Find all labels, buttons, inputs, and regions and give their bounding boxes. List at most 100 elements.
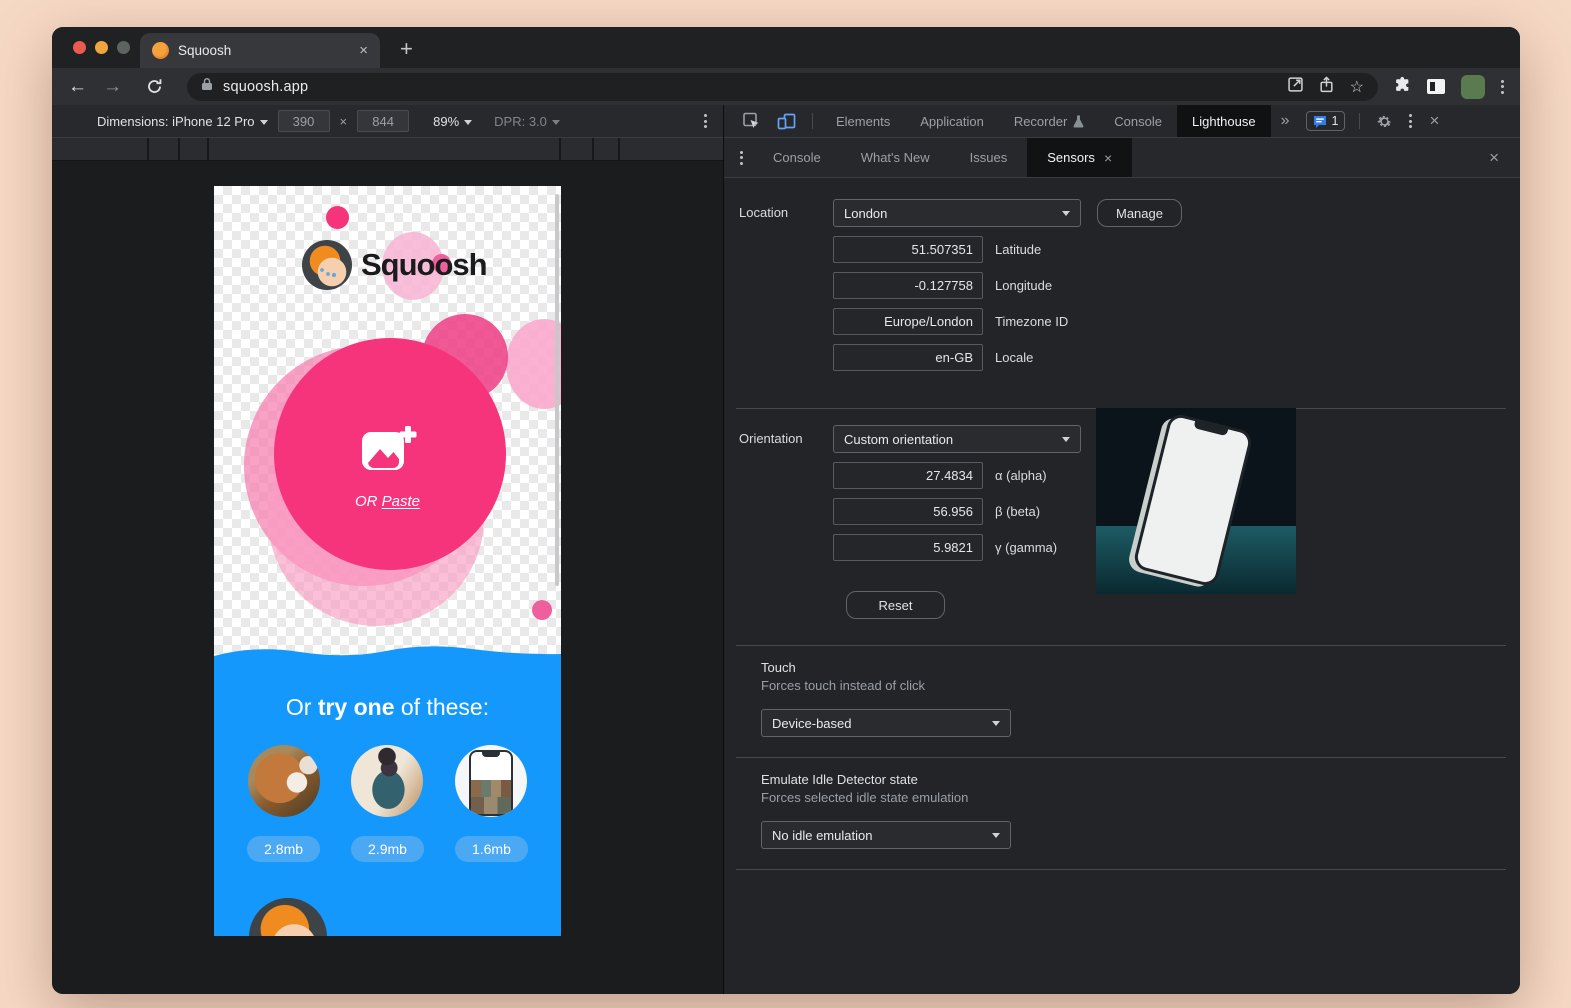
sensors-tab-close-icon[interactable]: ×: [1104, 150, 1112, 166]
drawer-tab-bar: Console What's New Issues Sensors × ×: [724, 138, 1520, 178]
device-emulation-pane: Dimensions: iPhone 12 Pro 390 × 844 89% …: [52, 105, 723, 994]
touch-title: Touch: [761, 660, 1520, 675]
location-label: Location: [739, 199, 833, 371]
tab-console[interactable]: Console: [1099, 105, 1177, 137]
minimize-window-button[interactable]: [95, 41, 108, 54]
app-scrollbar[interactable]: [555, 194, 559, 586]
size-badge: 2.8mb: [247, 836, 320, 862]
viewport-width-input[interactable]: 390: [278, 110, 330, 132]
pink-right-blob: [506, 319, 561, 409]
squoosh-hand-logo-icon: [302, 240, 352, 290]
tab-lighthouse[interactable]: Lighthouse: [1177, 105, 1271, 137]
touch-section: Touch Forces touch instead of click Devi…: [724, 646, 1520, 757]
demo-image-panda[interactable]: 2.8mb: [247, 745, 320, 862]
timezone-input[interactable]: Europe/London: [833, 308, 983, 335]
touch-description: Forces touch instead of click: [761, 678, 1520, 693]
open-in-new-icon[interactable]: [1288, 77, 1303, 97]
close-window-button[interactable]: [73, 41, 86, 54]
location-select[interactable]: London: [833, 199, 1081, 227]
drawer-tab-issues[interactable]: Issues: [950, 138, 1028, 177]
device-type-select[interactable]: Dimensions: iPhone 12 Pro: [97, 114, 268, 129]
experiment-flask-icon: [1073, 115, 1084, 128]
gamma-input[interactable]: 5.9821: [833, 534, 983, 561]
demo-image-screenshot[interactable]: 1.6mb: [455, 745, 528, 862]
navigation-bar: ← → squoosh.app ☆: [52, 68, 1520, 105]
browser-window: Squoosh × + ← → squoosh.app ☆: [52, 27, 1520, 994]
side-panel-icon[interactable]: [1427, 79, 1445, 94]
longitude-input[interactable]: -0.127758: [833, 272, 983, 299]
touch-select[interactable]: Device-based: [761, 709, 1011, 737]
media-query-ruler[interactable]: [52, 138, 723, 161]
drawer-tab-whats-new[interactable]: What's New: [841, 138, 950, 177]
drawer-menu-icon[interactable]: [740, 151, 743, 165]
devtools-tab-bar: Elements Application Recorder Console Li…: [724, 105, 1520, 138]
manage-button[interactable]: Manage: [1097, 199, 1182, 227]
devtools-close-icon[interactable]: ×: [1420, 111, 1448, 131]
demo-image-artwork[interactable]: 2.9mb: [351, 745, 424, 862]
screenshot-thumbnail[interactable]: [455, 745, 527, 817]
drawer-tab-console[interactable]: Console: [753, 138, 841, 177]
back-icon[interactable]: ←: [68, 77, 87, 96]
squoosh-logo: Squoosh: [302, 240, 487, 290]
pink-dot-decoration: [326, 206, 349, 229]
browser-menu-icon[interactable]: [1501, 80, 1504, 94]
image-drop-zone[interactable]: OR Paste: [214, 424, 561, 510]
device-stage: Squoosh: [52, 161, 723, 994]
wave-decoration: [214, 643, 561, 661]
tab-elements[interactable]: Elements: [821, 105, 905, 137]
browser-tab[interactable]: Squoosh ×: [140, 33, 380, 68]
reset-button[interactable]: Reset: [846, 591, 945, 619]
orientation-section: Orientation Custom orientation 27.4834α …: [724, 409, 1520, 645]
viewport-height-input[interactable]: 844: [357, 110, 409, 132]
squoosh-favicon-icon: [152, 42, 169, 59]
new-tab-button[interactable]: +: [400, 36, 413, 68]
panda-thumbnail[interactable]: [248, 745, 320, 817]
title-bar: Squoosh × +: [52, 27, 1520, 68]
inspect-element-icon[interactable]: [734, 112, 769, 130]
try-one-heading: Or try one of these:: [286, 694, 489, 721]
tab-application[interactable]: Application: [905, 105, 999, 137]
share-icon[interactable]: [1319, 76, 1334, 98]
zoom-window-button[interactable]: [117, 41, 130, 54]
tab-title: Squoosh: [178, 43, 350, 58]
profile-avatar[interactable]: [1461, 75, 1485, 99]
locale-input[interactable]: en-GB: [833, 344, 983, 371]
forward-icon[interactable]: →: [103, 77, 122, 96]
add-image-icon[interactable]: [359, 461, 417, 478]
latitude-input[interactable]: 51.507351: [833, 236, 983, 263]
drawer-tab-sensors[interactable]: Sensors ×: [1027, 138, 1132, 177]
alpha-input[interactable]: 27.4834: [833, 462, 983, 489]
bookmark-star-icon[interactable]: ☆: [1350, 77, 1364, 97]
device-toolbar-menu-icon[interactable]: [704, 114, 707, 128]
extensions-puzzle-icon[interactable]: [1394, 76, 1411, 98]
beta-input[interactable]: 56.956: [833, 498, 983, 525]
orientation-label: Orientation: [739, 425, 833, 645]
orientation-phone-preview[interactable]: [1096, 408, 1296, 594]
idle-title: Emulate Idle Detector state: [761, 772, 1520, 787]
lock-icon: [201, 77, 213, 96]
artwork-thumbnail[interactable]: [351, 745, 423, 817]
paste-link[interactable]: Paste: [382, 493, 420, 510]
sensors-panel: Location London Manage 51.507351Latitude…: [724, 178, 1520, 994]
settings-gear-icon[interactable]: [1368, 113, 1401, 130]
tab-close-icon[interactable]: ×: [359, 42, 368, 59]
idle-description: Forces selected idle state emulation: [761, 790, 1520, 805]
zoom-select[interactable]: 89%: [433, 114, 472, 129]
or-paste-text: OR Paste: [214, 493, 561, 510]
squoosh-logo-text: Squoosh: [361, 247, 487, 283]
drawer-close-icon[interactable]: ×: [1480, 148, 1508, 168]
demo-images-section: Or try one of these: 2.8mb 2.9mb: [214, 660, 561, 936]
devtools-menu-icon[interactable]: [1401, 114, 1420, 128]
issue-message-icon: [1313, 115, 1327, 128]
tab-recorder[interactable]: Recorder: [999, 105, 1099, 137]
window-controls: [73, 41, 130, 54]
idle-select[interactable]: No idle emulation: [761, 821, 1011, 849]
idle-detector-section: Emulate Idle Detector state Forces selec…: [724, 758, 1520, 869]
device-toolbar-toggle-icon[interactable]: [769, 113, 804, 130]
orientation-select[interactable]: Custom orientation: [833, 425, 1081, 453]
reload-icon[interactable]: [138, 78, 171, 95]
address-bar[interactable]: squoosh.app ☆: [187, 73, 1378, 101]
more-tabs-icon[interactable]: »: [1271, 112, 1300, 130]
dpr-select[interactable]: DPR: 3.0: [494, 114, 560, 129]
issues-counter[interactable]: 1: [1306, 111, 1346, 131]
